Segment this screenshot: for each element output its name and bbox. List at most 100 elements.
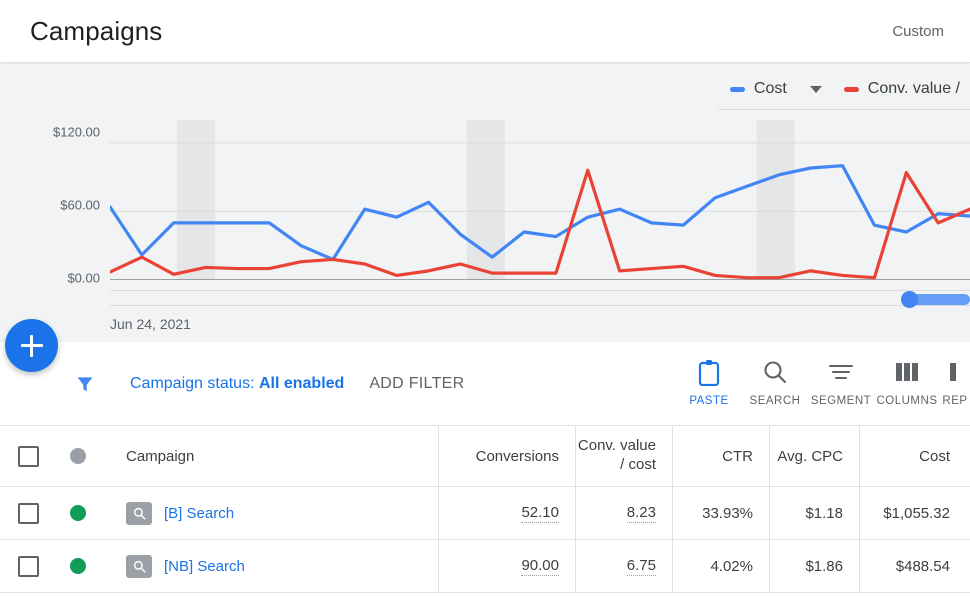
row-status-cell[interactable] — [56, 487, 100, 539]
paste-label: PASTE — [689, 395, 729, 407]
search-label: SEARCH — [749, 395, 801, 407]
search-campaign-type-icon — [126, 501, 152, 525]
avg-cpc-header-label: Avg. CPC — [777, 447, 843, 465]
status-legend-dot — [70, 448, 86, 464]
conversions-header-label: Conversions — [475, 447, 559, 465]
conv-value-header-label: Conv. value / cost — [578, 437, 656, 475]
row-checkbox[interactable] — [17, 555, 39, 577]
y-axis-tick-0: $0.00 — [67, 270, 100, 286]
row-campaign-cell: [B] Search — [100, 487, 439, 539]
chart-horizontal-scrollbar[interactable] — [110, 290, 970, 308]
select-all-checkbox[interactable] — [17, 445, 39, 467]
chart-legend: Cost Conv. value / — [717, 74, 970, 110]
campaign-column-header[interactable]: Campaign — [100, 426, 439, 486]
select-all-cell[interactable] — [0, 426, 56, 486]
status-badge — [70, 505, 86, 521]
row-conv-value-cost-cell: 6.75 — [576, 540, 673, 592]
cost-column-header[interactable]: Cost — [860, 426, 970, 486]
filter-chip-campaign-status[interactable]: Campaign status: All enabled — [130, 375, 344, 393]
row-cost-cell: $488.54 — [895, 557, 950, 575]
campaigns-page: Campaigns Custom Cost Conv. value / $120… — [0, 0, 970, 598]
reports-icon — [948, 358, 962, 386]
chart-scrollbar-knob[interactable] — [901, 291, 918, 308]
segment-icon — [828, 358, 854, 386]
chart-plot-area[interactable] — [110, 120, 970, 280]
add-filter-button[interactable]: ADD FILTER — [369, 375, 464, 393]
chart-y-axis: $120.00 $60.00 $0.00 — [0, 120, 108, 286]
campaign-name-link[interactable]: [NB] Search — [164, 558, 245, 575]
row-conv-value-cost-cell: 8.23 — [576, 487, 673, 539]
legend-item-cost[interactable]: Cost — [717, 74, 832, 110]
conv-value-header-line1: Conv. value — [577, 437, 656, 455]
legend-swatch-cost — [729, 86, 745, 92]
plus-icon — [20, 334, 43, 357]
row-ctr-cell: 33.93% — [673, 487, 770, 539]
conversions-value: 52.10 — [521, 503, 559, 523]
page-title: Campaigns — [30, 15, 163, 46]
cost-header-label: Cost — [919, 447, 950, 465]
status-header-cell — [56, 426, 100, 486]
page-header: Campaigns Custom — [0, 0, 970, 63]
table-row[interactable]: [B] Search 52.10 8.23 33.93% $1.18 $1,05… — [0, 487, 970, 540]
chart-svg — [110, 120, 970, 280]
new-campaign-fab[interactable] — [5, 319, 58, 372]
row-avg-cpc-cell: $1.18 — [770, 487, 860, 539]
search-icon — [762, 358, 788, 386]
conv-value-cost-value: 8.23 — [626, 503, 656, 523]
conversions-value: 90.00 — [521, 556, 559, 576]
row-campaign-cell: [NB] Search — [100, 540, 439, 592]
conv-value-cost-column-header[interactable]: Conv. value / cost — [576, 426, 673, 486]
row-cost-cell: $1,055.32 — [883, 504, 950, 522]
table-toolbar-actions: PASTE SEARCH SEGMENT COLUMNS REP — [676, 358, 970, 407]
reports-label: REP — [942, 395, 968, 407]
row-select-cell[interactable] — [0, 487, 56, 539]
search-button[interactable]: SEARCH — [742, 358, 808, 407]
conv-value-cost-value: 6.75 — [626, 556, 656, 576]
search-campaign-type-icon — [126, 554, 152, 578]
chart-weekend-band — [466, 120, 505, 280]
row-conversions-cell: 52.10 — [439, 487, 576, 539]
ctr-header-label: CTR — [722, 447, 753, 465]
row-conversions-cell: 90.00 — [439, 540, 576, 592]
campaign-header-label: Campaign — [126, 447, 195, 465]
conversions-column-header[interactable]: Conversions — [439, 426, 576, 486]
y-axis-tick-120: $120.00 — [53, 124, 100, 140]
y-axis-tick-60: $60.00 — [60, 197, 100, 213]
filter-toolbar: Campaign status: All enabled ADD FILTER … — [0, 342, 970, 426]
table-header-row: Campaign Conversions Conv. value / cost … — [0, 426, 970, 487]
filter-chip-value: All enabled — [258, 374, 345, 392]
legend-swatch-conv-value — [843, 86, 859, 92]
chart-series-cost — [110, 166, 970, 260]
chart-plot-wrapper: $120.00 $60.00 $0.00 — [0, 120, 970, 300]
columns-label: COLUMNS — [876, 395, 938, 407]
campaign-name-link[interactable]: [B] Search — [164, 505, 234, 522]
columns-icon — [894, 358, 920, 386]
row-ctr-cell: 4.02% — [673, 540, 770, 592]
legend-item-conv-value[interactable]: Conv. value / — [831, 74, 970, 110]
filter-chip-prefix: Campaign status: — [130, 374, 259, 392]
performance-chart-panel: Cost Conv. value / $120.00 $60.00 $0.00 … — [0, 64, 970, 342]
campaigns-table: Campaign Conversions Conv. value / cost … — [0, 426, 970, 593]
paste-button[interactable]: PASTE — [676, 358, 742, 407]
row-status-cell[interactable] — [56, 540, 100, 592]
table-row[interactable]: [NB] Search 90.00 6.75 4.02% $1.86 $488.… — [0, 540, 970, 593]
row-select-cell[interactable] — [0, 540, 56, 592]
columns-button[interactable]: COLUMNS — [874, 358, 940, 407]
chevron-down-icon[interactable] — [809, 85, 822, 93]
ctr-column-header[interactable]: CTR — [673, 426, 770, 486]
legend-label-conv-value: Conv. value / — [867, 80, 960, 97]
avg-cpc-column-header[interactable]: Avg. CPC — [770, 426, 860, 486]
date-range-selector[interactable]: Custom — [892, 23, 944, 40]
status-badge — [70, 558, 86, 574]
legend-label-cost: Cost — [753, 80, 787, 97]
conv-value-header-line2: / cost — [620, 456, 656, 473]
filter-funnel-icon[interactable] — [74, 374, 96, 394]
segment-button[interactable]: SEGMENT — [808, 358, 874, 407]
filter-chips: Campaign status: All enabled ADD FILTER — [0, 374, 464, 394]
chart-weekend-band — [176, 120, 216, 280]
segment-label: SEGMENT — [810, 395, 872, 407]
reports-button[interactable]: REP — [940, 358, 970, 407]
chart-weekend-band — [756, 120, 795, 280]
chart-x-axis-start-label: Jun 24, 2021 — [110, 316, 191, 332]
row-checkbox[interactable] — [17, 502, 39, 524]
